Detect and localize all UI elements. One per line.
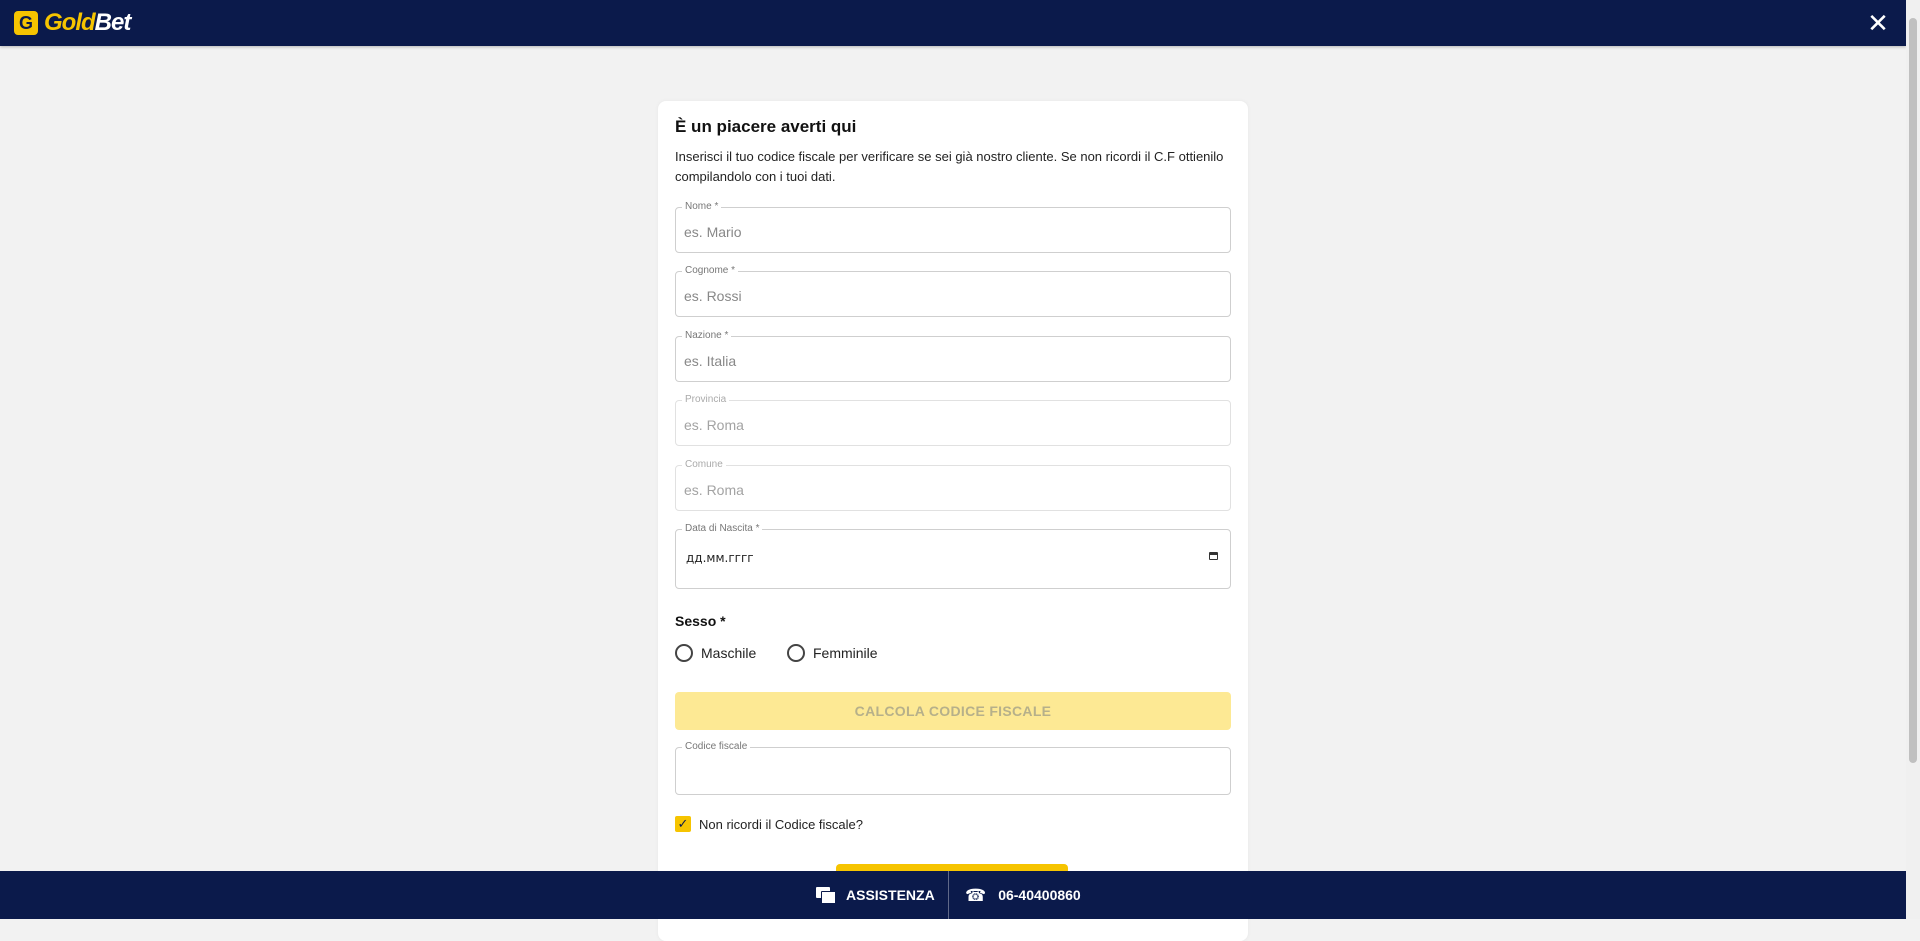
radio-circle[interactable] — [675, 644, 693, 662]
bottom-bar: ASSISTENZA ☎ 06-40400860 — [0, 871, 1906, 919]
comune-label: Comune — [682, 459, 726, 471]
top-bar: G GoldBet ✕ — [0, 0, 1906, 46]
nome-input[interactable] — [684, 224, 1204, 240]
codice-fiscale-field[interactable]: Codice fiscale — [675, 741, 1231, 795]
radio-circle[interactable] — [787, 644, 805, 662]
provincia-input[interactable] — [684, 417, 1204, 433]
date-input[interactable]: дд.мм.гггг — [686, 551, 754, 565]
provincia-field[interactable]: Provincia — [675, 394, 1231, 446]
provincia-label: Provincia — [682, 394, 730, 406]
form-description: Inserisci il tuo codice fiscale per veri… — [675, 149, 1224, 184]
phone-number: 06-40400860 — [998, 887, 1081, 903]
assistenza-link[interactable]: ASSISTENZA — [816, 871, 935, 919]
radio-maschile[interactable]: Maschile — [675, 644, 756, 662]
cognome-field[interactable]: Cognome * — [675, 265, 1231, 317]
chat-icon — [816, 887, 836, 904]
logo-text: GoldBet — [44, 9, 131, 36]
goldbet-logo[interactable]: G GoldBet — [14, 9, 131, 36]
page-title: È un piacere averti qui — [675, 117, 857, 136]
calcola-codice-fiscale-button[interactable]: CALCOLA CODICE FISCALE — [675, 692, 1231, 730]
assistenza-label: ASSISTENZA — [846, 887, 935, 903]
radio-femminile[interactable]: Femminile — [787, 644, 878, 662]
comune-input[interactable] — [684, 482, 1204, 498]
close-icon[interactable]: ✕ — [1864, 9, 1892, 37]
sesso-label: Sesso * — [675, 613, 726, 629]
scrollbar-thumb[interactable] — [1909, 18, 1917, 763]
footer-divider — [948, 871, 949, 919]
nome-field[interactable]: Nome * — [675, 201, 1231, 253]
logo-mark-icon: G — [14, 11, 38, 35]
radio-label-femminile: Femminile — [813, 645, 878, 661]
non-ricordi-checkbox[interactable]: ✓ Non ricordi il Codice fiscale? — [675, 816, 863, 832]
check-icon[interactable]: ✓ — [675, 816, 691, 832]
nazione-label: Nazione * — [682, 330, 732, 342]
calendar-icon[interactable] — [1209, 552, 1218, 560]
radio-label-maschile: Maschile — [701, 645, 757, 661]
checkbox-label: Non ricordi il Codice fiscale? — [699, 816, 864, 832]
comune-field[interactable]: Comune — [675, 459, 1231, 511]
cognome-input[interactable] — [684, 288, 1204, 304]
scrollbar[interactable] — [1906, 0, 1920, 919]
codice-fiscale-input[interactable] — [684, 764, 1204, 780]
phone-icon: ☎ — [965, 885, 987, 905]
cognome-label: Cognome * — [682, 265, 739, 277]
nazione-field[interactable]: Nazione * — [675, 330, 1231, 382]
nazione-input[interactable] — [684, 353, 1204, 369]
registration-card: È un piacere averti qui Inserisci il tuo… — [658, 101, 1248, 941]
nome-label: Nome * — [682, 201, 722, 213]
phone-link[interactable]: ☎ 06-40400860 — [965, 871, 1081, 919]
data-nascita-label: Data di Nascita * — [682, 523, 763, 535]
data-nascita-field[interactable]: Data di Nascita * дд.мм.гггг — [675, 523, 1231, 589]
codice-fiscale-label: Codice fiscale — [682, 741, 751, 753]
